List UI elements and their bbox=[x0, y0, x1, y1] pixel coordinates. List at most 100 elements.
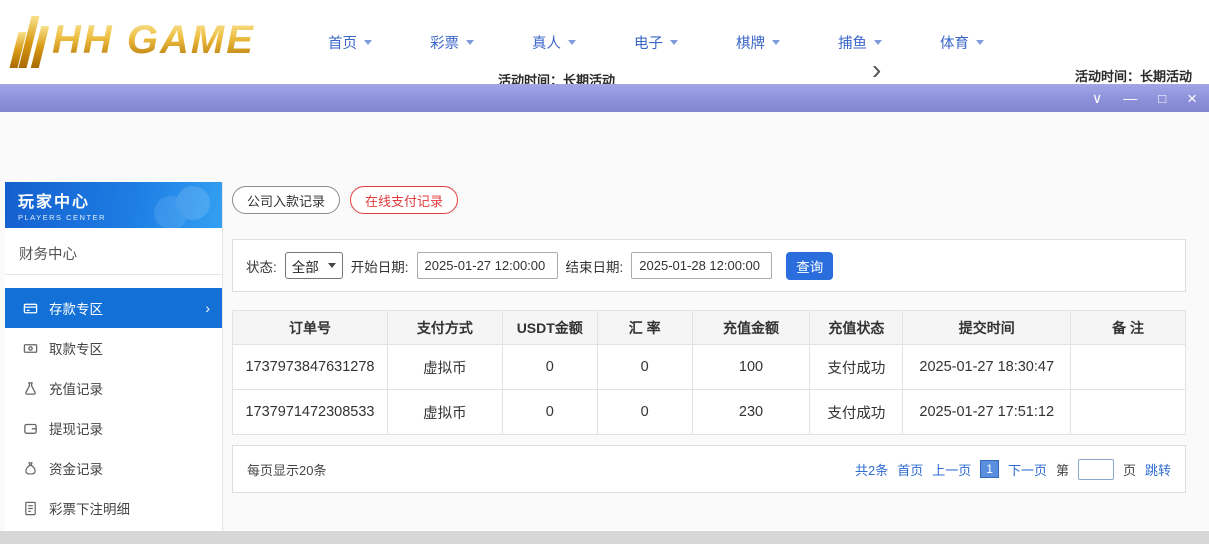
sidebar-item-label: 彩票下注明细 bbox=[49, 498, 130, 518]
col-order-id: 订单号 bbox=[233, 311, 388, 345]
chevron-down-icon bbox=[364, 40, 372, 45]
current-page[interactable]: 1 bbox=[980, 460, 999, 478]
carousel-next-icon: › bbox=[872, 54, 881, 86]
window-dropdown-icon[interactable]: ∨ bbox=[1092, 91, 1102, 105]
prev-page-link[interactable]: 上一页 bbox=[932, 460, 971, 479]
records-table: 订单号 支付方式 USDT金额 汇 率 充值金额 充值状态 提交时间 备 注 1… bbox=[232, 310, 1186, 435]
nav-item-home[interactable]: 首页 bbox=[328, 32, 372, 53]
sidebar-item-deposit[interactable]: 存款专区 › bbox=[5, 288, 222, 328]
nav-item-fishing[interactable]: 捕鱼 bbox=[838, 32, 882, 53]
content-panel: 公司入款记录 在线支付记录 状态: 全部 开始日期: 结束日期: 查询 订单号 bbox=[232, 186, 1186, 493]
chevron-down-icon bbox=[976, 40, 984, 45]
cell-exchange-rate: 0 bbox=[597, 390, 692, 435]
sidebar-section-finance: 财务中心 bbox=[5, 228, 222, 275]
sidebar-item-funds-record[interactable]: 资金记录 bbox=[5, 448, 222, 488]
col-recharge-amount: 充值金额 bbox=[692, 311, 810, 345]
cell-recharge-status: 支付成功 bbox=[810, 390, 903, 435]
sidebar-menu: 存款专区 › 取款专区 充值记录 bbox=[5, 288, 222, 528]
cell-submit-time: 2025-01-27 18:30:47 bbox=[903, 345, 1071, 390]
jump-button[interactable]: 跳转 bbox=[1145, 460, 1171, 479]
sidebar-item-withdraw[interactable]: 取款专区 bbox=[5, 328, 222, 368]
chevron-down-icon bbox=[568, 40, 576, 45]
window-minimize-icon[interactable]: — bbox=[1123, 91, 1137, 105]
col-usdt-amount: USDT金额 bbox=[502, 311, 597, 345]
deposit-card-icon bbox=[23, 301, 38, 316]
chevron-down-icon bbox=[874, 40, 882, 45]
sidebar-header: 玩家中心 PLAYERS CENTER bbox=[5, 182, 222, 228]
sidebar-item-recharge-record[interactable]: 充值记录 bbox=[5, 368, 222, 408]
pager: 共2条 首页 上一页 1 下一页 第 页 跳转 bbox=[855, 459, 1171, 480]
nav-item-electronic[interactable]: 电子 bbox=[634, 32, 678, 53]
withdrawal-record-icon bbox=[23, 421, 38, 436]
col-recharge-status: 充值状态 bbox=[810, 311, 903, 345]
cell-remark bbox=[1071, 345, 1186, 390]
jump-label-pre: 第 bbox=[1056, 460, 1069, 479]
nav-item-lottery[interactable]: 彩票 bbox=[430, 32, 474, 53]
status-select[interactable]: 全部 bbox=[285, 252, 343, 279]
nav-label: 真人 bbox=[532, 32, 561, 53]
cell-payment-method: 虚拟币 bbox=[387, 390, 502, 435]
funds-record-icon bbox=[23, 461, 38, 476]
status-select-value: 全部 bbox=[292, 256, 319, 276]
sidebar-item-label: 充值记录 bbox=[49, 378, 103, 398]
col-exchange-rate: 汇 率 bbox=[597, 311, 692, 345]
table-row[interactable]: 1737973847631278 虚拟币 0 0 100 支付成功 2025-0… bbox=[233, 345, 1186, 390]
nav-item-sports[interactable]: 体育 bbox=[940, 32, 984, 53]
background-peek-text-right: 活动时间：长期活动 bbox=[1075, 66, 1192, 85]
sidebar-item-label: 资金记录 bbox=[49, 458, 103, 478]
sidebar: 玩家中心 PLAYERS CENTER 财务中心 存款专区 › 取款专区 bbox=[5, 182, 223, 531]
brand-logo[interactable]: HH GAME bbox=[14, 8, 255, 72]
cell-submit-time: 2025-01-27 17:51:12 bbox=[903, 390, 1071, 435]
col-submit-time: 提交时间 bbox=[903, 311, 1071, 345]
total-count: 共2条 bbox=[855, 460, 888, 479]
cell-recharge-amount: 100 bbox=[692, 345, 810, 390]
cell-order-id: 1737973847631278 bbox=[233, 345, 388, 390]
chevron-right-icon: › bbox=[205, 300, 210, 316]
window-maximize-icon[interactable]: □ bbox=[1158, 92, 1166, 105]
status-label: 状态: bbox=[246, 256, 277, 276]
tab-company-deposit-records[interactable]: 公司入款记录 bbox=[232, 186, 340, 214]
nav-label: 首页 bbox=[328, 32, 357, 53]
chevron-down-icon bbox=[328, 263, 336, 268]
pagination-bar: 每页显示20条 共2条 首页 上一页 1 下一页 第 页 跳转 bbox=[232, 445, 1186, 493]
nav-label: 棋牌 bbox=[736, 32, 765, 53]
sidebar-item-lottery-bet-detail[interactable]: 彩票下注明细 bbox=[5, 488, 222, 528]
col-payment-method: 支付方式 bbox=[387, 311, 502, 345]
cell-order-id: 1737971472308533 bbox=[233, 390, 388, 435]
jump-page-input[interactable] bbox=[1078, 459, 1114, 480]
chevron-down-icon bbox=[670, 40, 678, 45]
search-button[interactable]: 查询 bbox=[786, 252, 833, 280]
cell-payment-method: 虚拟币 bbox=[387, 345, 502, 390]
next-page-link[interactable]: 下一页 bbox=[1008, 460, 1047, 479]
withdraw-money-icon bbox=[23, 341, 38, 356]
sidebar-item-label: 取款专区 bbox=[49, 338, 103, 358]
tab-online-payment-records[interactable]: 在线支付记录 bbox=[350, 186, 458, 214]
cell-usdt-amount: 0 bbox=[502, 345, 597, 390]
first-page-link[interactable]: 首页 bbox=[897, 460, 923, 479]
screen: HH GAME 首页 彩票 真人 电子 棋牌 捕鱼 体育 bbox=[0, 0, 1209, 544]
table-row[interactable]: 1737971472308533 虚拟币 0 0 230 支付成功 2025-0… bbox=[233, 390, 1186, 435]
sidebar-item-withdrawal-record[interactable]: 提现记录 bbox=[5, 408, 222, 448]
window-controls: ∨ — □ × bbox=[1092, 84, 1197, 112]
sidebar-item-label: 提现记录 bbox=[49, 418, 103, 438]
main-nav: 首页 彩票 真人 电子 棋牌 捕鱼 体育 bbox=[328, 0, 984, 84]
cell-remark bbox=[1071, 390, 1186, 435]
start-date-input[interactable] bbox=[417, 252, 558, 279]
sidebar-subtitle: PLAYERS CENTER bbox=[18, 213, 222, 222]
nav-label: 体育 bbox=[940, 32, 969, 53]
cell-exchange-rate: 0 bbox=[597, 345, 692, 390]
logo-bars-icon bbox=[14, 12, 44, 68]
nav-item-live[interactable]: 真人 bbox=[532, 32, 576, 53]
nav-label: 捕鱼 bbox=[838, 32, 867, 53]
window-titlebar: ∨ — □ × bbox=[0, 84, 1209, 112]
chevron-down-icon bbox=[772, 40, 780, 45]
start-date-label: 开始日期: bbox=[351, 256, 409, 276]
nav-label: 电子 bbox=[634, 32, 663, 53]
end-date-input[interactable] bbox=[631, 252, 772, 279]
window-close-icon[interactable]: × bbox=[1187, 90, 1197, 107]
cell-usdt-amount: 0 bbox=[502, 390, 597, 435]
page-size-text: 每页显示20条 bbox=[247, 460, 326, 479]
nav-item-board-games[interactable]: 棋牌 bbox=[736, 32, 780, 53]
cell-recharge-status: 支付成功 bbox=[810, 345, 903, 390]
logo-text: HH GAME bbox=[52, 18, 255, 63]
